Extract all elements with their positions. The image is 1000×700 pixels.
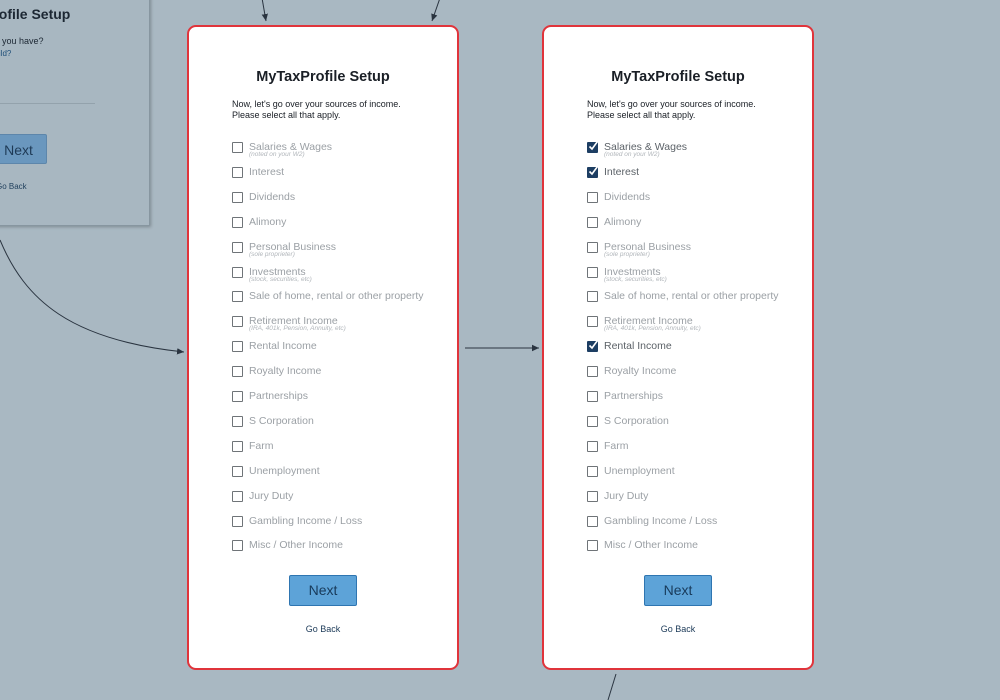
income-option-note: (stock, securities, etc) [249, 275, 312, 283]
income-option-label: Jury Duty [604, 489, 649, 502]
next-button[interactable]: Next [644, 575, 712, 606]
connector-top-left [261, 0, 268, 22]
income-option-checkbox[interactable] [587, 165, 599, 178]
income-option-checkbox[interactable] [587, 266, 598, 278]
income-option-checkbox[interactable] [587, 191, 598, 203]
previous-screen-question: n do you have? [0, 36, 44, 46]
income-option-label: Farm [604, 439, 629, 452]
income-option-checkbox[interactable] [232, 366, 243, 378]
income-option-label: Rental Income [604, 340, 672, 353]
income-option-note: (stock, securities, etc) [604, 275, 667, 283]
income-option-label: S Corporation [249, 414, 314, 427]
income-option-checkbox[interactable] [587, 490, 598, 502]
income-option-label: Sale of home, rental or other property [249, 290, 424, 303]
previous-screen-card [0, 0, 150, 226]
screen-intro: Now, let's go over your sources of incom… [587, 99, 787, 121]
income-option-checkbox[interactable] [587, 515, 598, 527]
income-option-checkbox[interactable] [232, 391, 243, 402]
previous-screen-link[interactable]: a Child? [0, 49, 11, 58]
income-option-checkbox[interactable] [587, 366, 598, 378]
income-option-checkbox[interactable] [587, 340, 599, 353]
income-option-checkbox[interactable] [232, 490, 243, 502]
income-option-checkbox[interactable] [587, 216, 598, 228]
intro-line: Please select all that apply. [587, 110, 696, 120]
income-option-label: Royalty Income [249, 365, 322, 378]
income-option-checkbox[interactable] [587, 465, 598, 477]
go-back-link[interactable]: Go Back [544, 624, 812, 634]
intro-line: Now, let's go over your sources of incom… [587, 99, 756, 109]
income-option-note: (IRA, 401k, Pension, Annuity, etc) [249, 325, 346, 333]
previous-screen-divider [0, 103, 95, 104]
previous-screen-next-button[interactable]: Next [0, 134, 47, 164]
income-option-label: Partnerships [604, 390, 663, 402]
go-back-link[interactable]: Go Back [189, 624, 457, 634]
income-option-label: Gambling Income / Loss [604, 514, 718, 527]
income-option-checkbox[interactable] [587, 391, 598, 402]
income-option-checkbox[interactable] [587, 291, 598, 303]
income-sources-screen-unchecked: MyTaxProfile Setup Now, let's go over yo… [187, 25, 459, 670]
income-option-checkbox[interactable] [232, 540, 243, 552]
screen-title: MyTaxProfile Setup [611, 69, 745, 85]
income-option-checkbox[interactable] [232, 341, 243, 353]
income-option-checkbox[interactable] [232, 465, 243, 477]
income-option-checkbox[interactable] [232, 142, 243, 153]
intro-line: Please select all that apply. [232, 110, 341, 120]
flow-connectors [0, 0, 617, 700]
income-option-label: Sale of home, rental or other property [604, 290, 779, 303]
previous-screen-go-back-link[interactable]: Go Back [0, 182, 27, 191]
income-option-checkbox[interactable] [232, 415, 243, 427]
income-option-checkbox[interactable] [232, 166, 243, 178]
income-option-checkbox[interactable] [587, 440, 598, 452]
income-option-checkbox[interactable] [232, 216, 243, 228]
income-option-checkbox[interactable] [232, 291, 243, 303]
checkmark-icon [588, 141, 599, 151]
screen-intro: Now, let's go over your sources of incom… [232, 99, 432, 121]
income-option-checkbox[interactable] [232, 266, 243, 278]
income-option-checkbox[interactable] [232, 515, 243, 527]
income-option-checkbox[interactable] [232, 191, 243, 203]
screen-title: MyTaxProfile Setup [256, 69, 390, 85]
income-option-label: Misc / Other Income [604, 539, 698, 552]
next-button[interactable]: Next [289, 575, 357, 606]
income-option-checkbox[interactable] [232, 440, 243, 452]
income-option-label: Royalty Income [604, 365, 677, 378]
income-option-checkbox[interactable] [587, 540, 598, 552]
income-option-label: Alimony [604, 215, 642, 228]
income-option-checkbox[interactable] [232, 241, 243, 253]
checkmark-icon [588, 340, 599, 350]
income-option-label: Rental Income [249, 340, 317, 353]
income-option-label: Alimony [249, 215, 287, 228]
income-sources-screen-checked: MyTaxProfile Setup Now, let's go over yo… [542, 25, 814, 670]
income-option-label: Misc / Other Income [249, 539, 343, 552]
income-option-checkbox[interactable] [232, 316, 243, 328]
connector-top-right [431, 0, 440, 22]
income-option-note: (sole proprieter) [249, 250, 295, 258]
income-option-label: Dividends [604, 190, 651, 203]
income-option-label: Unemployment [604, 464, 675, 477]
income-option-label: Unemployment [249, 464, 320, 477]
connector-prev-to-screen1 [0, 239, 185, 355]
checkmark-icon [588, 165, 599, 176]
income-option-label: S Corporation [604, 414, 669, 427]
previous-screen-title: Profile Setup [0, 6, 71, 22]
income-option-note: (noted on your W2) [604, 151, 660, 158]
income-option-label: Partnerships [249, 390, 308, 402]
income-option-note: (noted on your W2) [249, 151, 305, 158]
income-option-label: Interest [249, 165, 285, 178]
income-option-note: (sole proprieter) [604, 250, 650, 258]
income-option-checkbox[interactable] [587, 241, 598, 253]
income-option-label: Jury Duty [249, 489, 294, 502]
intro-line: Now, let's go over your sources of incom… [232, 99, 401, 109]
income-option-label: Dividends [249, 190, 296, 203]
income-option-checkbox[interactable] [587, 316, 598, 328]
connector-bottom [607, 673, 617, 700]
income-option-label: Interest [604, 165, 640, 178]
income-option-label: Farm [249, 439, 274, 452]
income-option-checkbox[interactable] [587, 141, 599, 153]
income-option-checkbox[interactable] [587, 415, 598, 427]
income-option-label: Gambling Income / Loss [249, 514, 363, 527]
income-option-note: (IRA, 401k, Pension, Annuity, etc) [604, 325, 701, 333]
